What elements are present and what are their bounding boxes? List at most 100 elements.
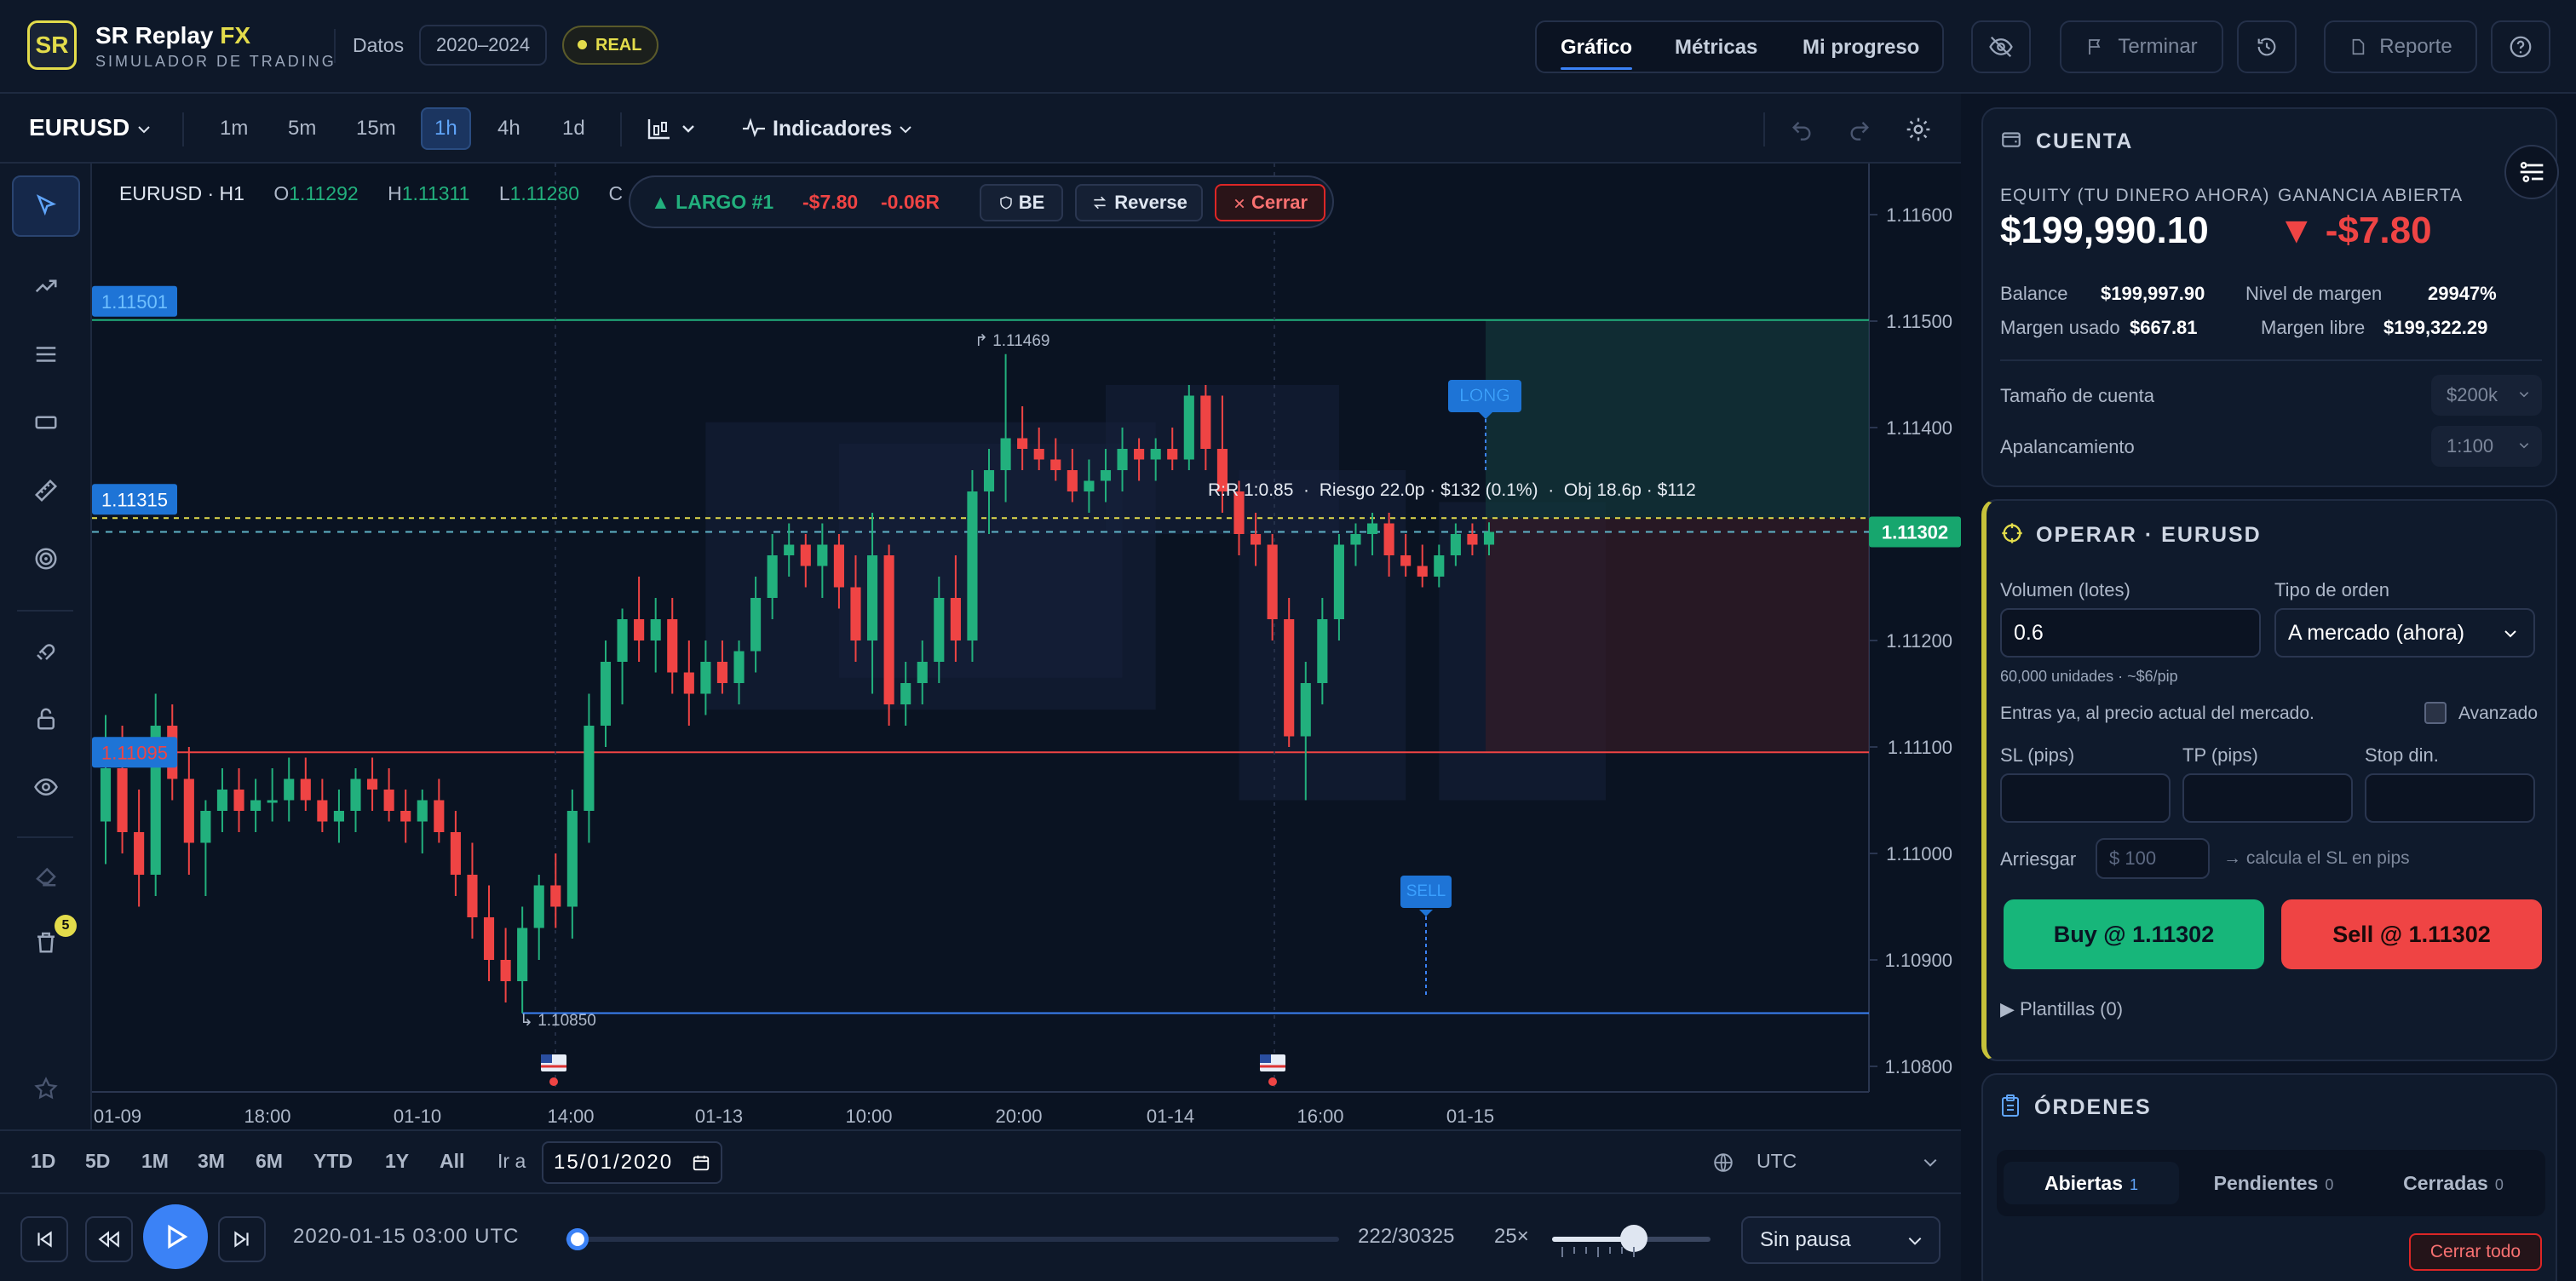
range-1m[interactable]: 1M [141,1150,169,1173]
range-6m[interactable]: 6M [256,1150,283,1173]
close-position-label: Cerrar [1251,192,1308,213]
candle-body [1084,480,1095,491]
templates-toggle[interactable]: ▶ Plantillas (0) [2000,998,2123,1020]
risk-amount-input[interactable]: $ 100 [2096,838,2210,879]
gear-icon[interactable] [1905,116,1932,143]
timezone-select[interactable]: UTC [1757,1150,1797,1173]
step-forward-button[interactable] [218,1216,266,1262]
pause-mode-value: Sin pausa [1760,1228,1851,1251]
candlestick-chart[interactable]: ↱ 1.11469 ↳ 1.10850 1.11600 1.11500 1.11400 1… [92,164,1961,1129]
step-back-button[interactable] [85,1216,133,1262]
range-ytd[interactable]: YTD [313,1150,353,1173]
main-nav-tabs: Gráfico Métricas Mi progreso [1535,20,1944,73]
breakeven-button[interactable]: BE [980,184,1063,221]
stop-loss-zone [1486,518,1869,753]
sell-marker-tag[interactable]: SELL [1400,876,1452,908]
magnet-tool[interactable] [12,620,80,681]
history-icon [2257,37,2276,56]
tab-grafico[interactable]: Gráfico [1561,32,1633,70]
close-position-button[interactable]: Cerrar [1215,184,1325,221]
open-pnl-value: ▼ -$7.80 [2278,210,2432,251]
stop-dyn-input[interactable] [2365,773,2535,823]
order-type-select[interactable]: A mercado (ahora) [2274,608,2535,658]
step-forward-icon [234,1231,249,1248]
redo-icon[interactable] [1847,118,1872,141]
ohlc-legend: EURUSD · H1 O1.11292 H1.11311 L1.11280 C [119,182,623,205]
tf-1m[interactable]: 1m [208,107,260,150]
sl-pips-input[interactable] [2000,773,2171,823]
tp-pips-input[interactable] [2182,773,2353,823]
reporte-button[interactable]: Reporte [2324,20,2477,73]
indicators-button[interactable]: Indicadores [741,107,913,150]
tab-mi-progreso[interactable]: Mi progreso [1803,32,1919,63]
y-tick-label: 1.10800 [1884,1056,1952,1077]
trendline-tool[interactable] [12,256,80,317]
tf-1h[interactable]: 1h [421,107,471,150]
candle-body [483,917,495,960]
lock-tool[interactable] [12,688,80,750]
account-size-select[interactable]: $200k [2431,375,2542,416]
tf-15m[interactable]: 15m [344,107,408,150]
panel-settings-button[interactable] [2504,145,2559,199]
position-pnl: -$7.80 [802,191,859,213]
tf-5m[interactable]: 5m [276,107,328,150]
candle-body [1200,395,1211,449]
candle-body [1284,619,1295,737]
buy-button[interactable]: Buy @ 1.11302 [2004,899,2264,969]
cursor-tool[interactable] [12,175,80,237]
leverage-select[interactable]: 1:100 [2431,426,2542,467]
rectangle-tool[interactable] [12,392,80,453]
horizontal-lines-tool[interactable] [12,324,80,385]
goto-date-input[interactable]: 15/01/2020 [542,1141,722,1184]
volume-input[interactable]: 0.6 [2000,608,2261,658]
sell-button[interactable]: Sell @ 1.11302 [2281,899,2542,969]
tab-pendientes[interactable]: Pendientes 0 [2186,1162,2361,1204]
progress-thumb[interactable] [566,1228,589,1250]
terminar-button[interactable]: Terminar [2060,20,2223,73]
help-button[interactable] [2491,20,2550,73]
status-dot-icon [578,40,587,49]
tf-4h[interactable]: 4h [486,107,532,150]
reverse-button[interactable]: Reverse [1075,184,1203,221]
hide-toggle-button[interactable] [1971,20,2031,73]
candle-body [1167,449,1178,460]
range-5d[interactable]: 5D [85,1150,110,1173]
price-chart[interactable]: ↱ 1.11469 ↳ 1.10850 1.11600 1.11500 1.11400 1… [92,164,1961,1129]
history-button[interactable] [2237,20,2297,73]
target-tool[interactable] [12,528,80,589]
chevron-down-icon[interactable] [1922,1157,1939,1169]
tab-abiertas[interactable]: Abiertas 1 [2004,1162,2179,1204]
ruler-tool[interactable] [12,460,80,521]
candle-body [350,778,361,811]
reverse-icon [1094,196,1107,210]
candle-body [1150,449,1161,460]
speed-slider[interactable] [1552,1225,1711,1257]
tf-1d[interactable]: 1d [550,107,597,150]
range-1d[interactable]: 1D [31,1150,55,1173]
visibility-tool[interactable] [12,756,80,818]
order-type-value: A mercado (ahora) [2288,621,2465,645]
replay-progress-slider[interactable] [566,1228,1339,1250]
play-button[interactable] [143,1204,208,1269]
y-tick-label: 1.11400 [1886,417,1952,439]
long-marker-tag[interactable]: LONG [1448,380,1521,412]
close-all-button[interactable]: Cerrar todo [2409,1233,2542,1271]
range-3m[interactable]: 3M [198,1150,225,1173]
tab-metricas[interactable]: Métricas [1675,32,1757,63]
candle-body [1450,534,1461,555]
candle-body [216,790,228,811]
symbol-selector[interactable]: EURUSD [29,114,152,141]
eraser-tool[interactable] [12,845,80,906]
datos-range-select[interactable]: 2020–2024 [419,25,548,66]
undo-icon[interactable] [1789,118,1814,141]
candle-body [934,598,945,662]
pause-mode-select[interactable]: Sin pausa [1741,1216,1941,1264]
chart-type-button[interactable] [646,116,700,147]
favorites-tool[interactable] [12,1058,80,1119]
tab-cerradas[interactable]: Cerradas 0 [2368,1162,2539,1204]
advanced-checkbox[interactable] [2424,702,2447,724]
range-1y[interactable]: 1Y [385,1150,409,1173]
skip-to-start-button[interactable] [20,1216,68,1262]
range-all[interactable]: All [440,1150,464,1173]
candle-body [1183,395,1194,460]
